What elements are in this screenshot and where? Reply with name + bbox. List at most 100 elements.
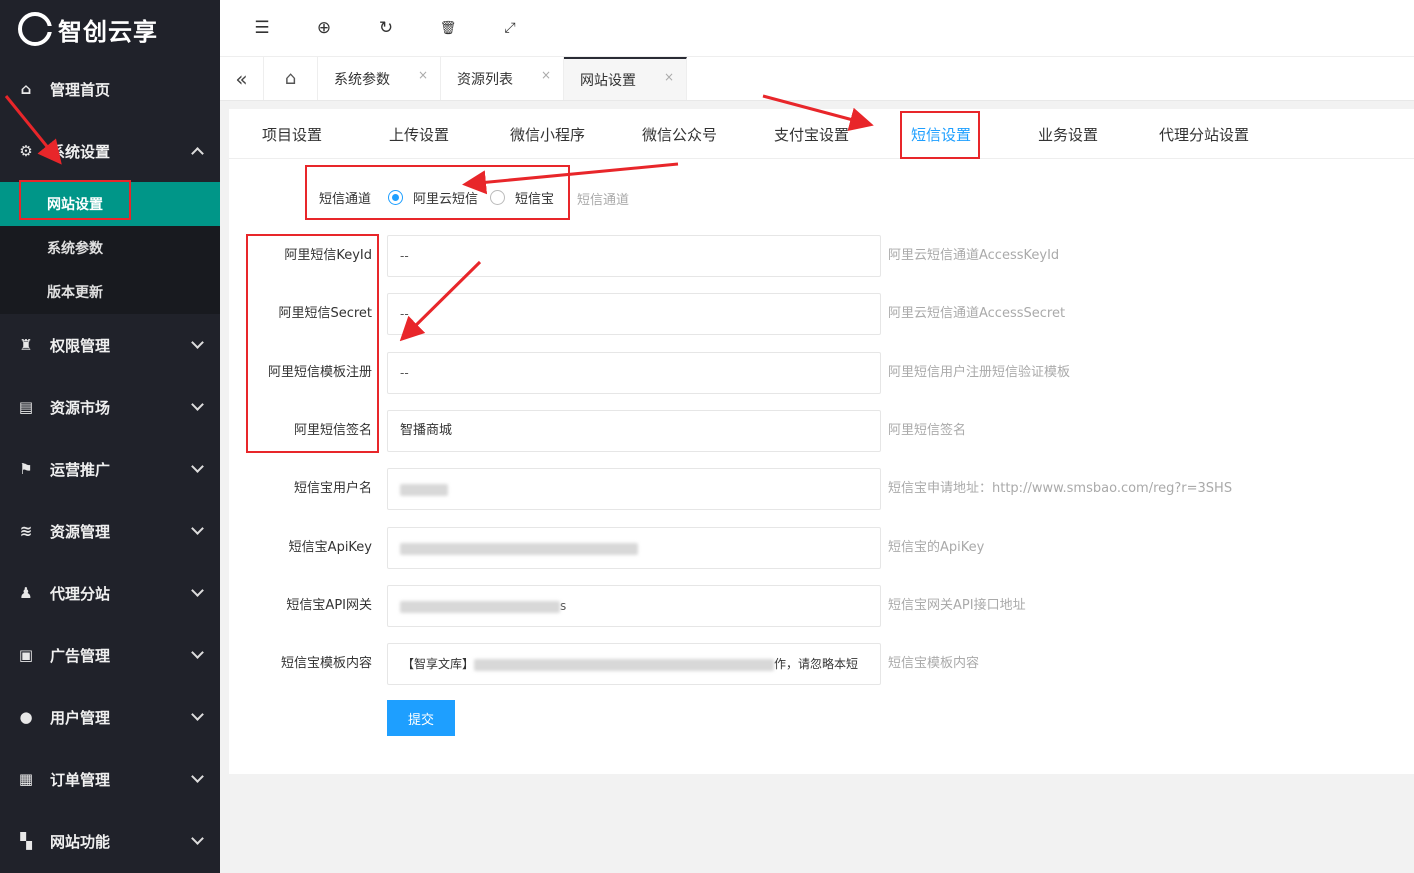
radio-smsbao-label[interactable]: 短信宝	[515, 188, 554, 207]
settings-tab-alipay[interactable]: 支付宝设置	[774, 124, 849, 145]
logo[interactable]: 智创云享	[0, 0, 220, 58]
chevron-down-icon	[191, 584, 204, 597]
field-hint: 阿里短信用户注册短信验证模板	[888, 365, 1071, 380]
radio-smsbao[interactable]	[490, 190, 505, 205]
aliyun-signature-input[interactable]: 智播商城	[387, 410, 881, 452]
sidebar-item-label: 代理分站	[50, 584, 111, 603]
sidebar-item-label: 订单管理	[50, 770, 111, 789]
chevron-down-icon	[191, 770, 204, 783]
sidebar-item-label: 广告管理	[50, 646, 111, 665]
sidebar: 智创云享 ⌂ 管理首页 ⚙ 系统设置 网站设置 系统参数 版本更新 ♜ 权限管理…	[0, 0, 220, 873]
sms-channel-hint: 短信通道	[577, 193, 630, 208]
user-icon: ●	[19, 708, 33, 726]
field-aliyun-secret: 阿里短信Secret -- 阿里云短信通道AccessSecret	[229, 293, 1414, 335]
close-icon[interactable]: ×	[664, 70, 674, 84]
ad-icon: ▣	[18, 646, 34, 664]
fullscreen-icon[interactable]: ⤢	[498, 16, 522, 40]
field-label: 阿里短信签名	[293, 423, 372, 438]
field-label: 阿里短信Secret	[278, 306, 372, 321]
chevron-down-icon	[191, 832, 204, 845]
chevron-down-icon	[191, 336, 204, 349]
aliyun-template-input[interactable]: --	[387, 352, 881, 394]
close-icon[interactable]: ×	[418, 68, 428, 82]
redacted-text	[400, 542, 638, 555]
refresh-icon[interactable]: ↻	[374, 16, 398, 40]
gateway-visible-suffix: s	[560, 599, 567, 613]
smsbao-username-input[interactable]	[387, 468, 881, 510]
sidebar-item-resource-management[interactable]: ≋ 资源管理	[0, 500, 220, 562]
field-hint: 短信宝申请地址：http://www.smsbao.com/reg?r=3SHS	[888, 481, 1233, 496]
sidebar-item-operations[interactable]: ⚑ 运营推广	[0, 438, 220, 500]
redacted-text	[400, 483, 448, 496]
aliyun-keyid-input[interactable]: --	[387, 235, 881, 277]
sidebar-item-resource-market[interactable]: ▤ 资源市场	[0, 376, 220, 438]
sidebar-item-site-features[interactable]: ▚ 网站功能	[0, 810, 220, 872]
sidebar-subitem-system-params[interactable]: 系统参数	[0, 226, 220, 270]
field-smsbao-username: 短信宝用户名 短信宝申请地址：http://www.smsbao.com/reg…	[229, 468, 1414, 510]
field-smsbao-template: 短信宝模板内容 【智享文库】 作，请忽略本短 短信宝模板内容	[229, 643, 1414, 685]
chevron-down-icon	[191, 708, 204, 721]
sidebar-item-orders[interactable]: ▦ 订单管理	[0, 748, 220, 810]
chevron-down-icon	[191, 398, 204, 411]
field-aliyun-keyid: 阿里短信KeyId -- 阿里云短信通道AccessKeyId	[229, 235, 1414, 277]
smsbao-apikey-input[interactable]	[387, 527, 881, 569]
radio-aliyun-sms[interactable]	[388, 190, 403, 205]
user-lock-icon: ♜	[19, 336, 33, 354]
aliyun-secret-input[interactable]: --	[387, 293, 881, 335]
settings-tab-agent-site[interactable]: 代理分站设置	[1159, 124, 1249, 145]
sidebar-item-ads[interactable]: ▣ 广告管理	[0, 624, 220, 686]
radio-aliyun-sms-label[interactable]: 阿里云短信	[413, 188, 478, 207]
flag-icon: ⚑	[19, 460, 33, 478]
trash-icon[interactable]: 🗑	[436, 16, 460, 40]
chevron-down-icon	[191, 646, 204, 659]
field-hint: 短信宝网关API接口地址	[888, 598, 1026, 613]
settings-tab-sms[interactable]: 短信设置	[911, 124, 971, 145]
tab-resource-list[interactable]: 资源列表 ×	[441, 57, 564, 100]
submit-button[interactable]: 提交	[387, 700, 455, 736]
chevron-down-icon	[191, 460, 204, 473]
field-label: 短信宝ApiKey	[288, 540, 372, 555]
sidebar-item-label: 资源市场	[50, 398, 111, 417]
group-icon: ♟	[19, 584, 33, 602]
tab-home-icon[interactable]: ⌂	[264, 57, 318, 100]
tab-system-params[interactable]: 系统参数 ×	[318, 57, 441, 100]
sms-channel-label: 短信通道	[319, 192, 372, 207]
sidebar-item-system-settings[interactable]: ⚙ 系统设置	[0, 120, 220, 182]
settings-tab-wechat-official[interactable]: 微信公众号	[642, 124, 717, 145]
settings-card: 项目设置 上传设置 微信小程序 微信公众号 支付宝设置 短信设置 业务设置 代理…	[229, 109, 1414, 774]
field-hint: 阿里云短信通道AccessKeyId	[888, 248, 1060, 263]
settings-tabs: 项目设置 上传设置 微信小程序 微信公众号 支付宝设置 短信设置 业务设置 代理…	[229, 109, 1414, 159]
logo-text: 智创云享	[58, 17, 158, 46]
sidebar-item-label: 权限管理	[50, 336, 111, 355]
sidebar-item-users[interactable]: ● 用户管理	[0, 686, 220, 748]
chevron-down-icon	[191, 522, 204, 535]
settings-tab-business[interactable]: 业务设置	[1038, 124, 1098, 145]
settings-tab-project[interactable]: 项目设置	[262, 124, 322, 145]
menu-indent-icon[interactable]: ☰	[250, 16, 274, 40]
sidebar-item-label: 管理首页	[50, 80, 111, 99]
sidebar-item-agent-sites[interactable]: ♟ 代理分站	[0, 562, 220, 624]
clipboard-icon: ▦	[18, 770, 34, 788]
page-tab-bar: « ⌂ 系统参数 × 资源列表 × 网站设置 ×	[220, 57, 1414, 101]
close-icon[interactable]: ×	[541, 68, 551, 82]
sidebar-subitem-website-settings[interactable]: 网站设置	[0, 182, 220, 226]
sidebar-item-label: 用户管理	[50, 708, 111, 727]
redacted-text	[400, 600, 560, 613]
field-aliyun-signature: 阿里短信签名 智播商城 阿里短信签名	[229, 410, 1414, 452]
field-smsbao-apikey: 短信宝ApiKey 短信宝的ApiKey	[229, 527, 1414, 569]
sidebar-subitem-version-update[interactable]: 版本更新	[0, 270, 220, 314]
globe-icon[interactable]: ⊕	[312, 16, 336, 40]
sidebar-item-permissions[interactable]: ♜ 权限管理	[0, 314, 220, 376]
store-icon: ▤	[18, 398, 34, 416]
field-label: 阿里短信KeyId	[284, 248, 372, 263]
gear-icon: ⚙	[19, 142, 33, 160]
field-hint: 阿里短信签名	[888, 423, 967, 438]
smsbao-template-input[interactable]: 【智享文库】 作，请忽略本短	[387, 643, 881, 685]
tabs-scroll-left-icon[interactable]: «	[220, 57, 264, 100]
smsbao-gateway-input[interactable]: s	[387, 585, 881, 627]
settings-tab-wechat-miniprogram[interactable]: 微信小程序	[510, 124, 585, 145]
tab-website-settings[interactable]: 网站设置 ×	[564, 57, 687, 100]
sidebar-item-home[interactable]: ⌂ 管理首页	[0, 58, 220, 120]
settings-tab-upload[interactable]: 上传设置	[389, 124, 449, 145]
field-hint: 短信宝模板内容	[888, 656, 980, 671]
